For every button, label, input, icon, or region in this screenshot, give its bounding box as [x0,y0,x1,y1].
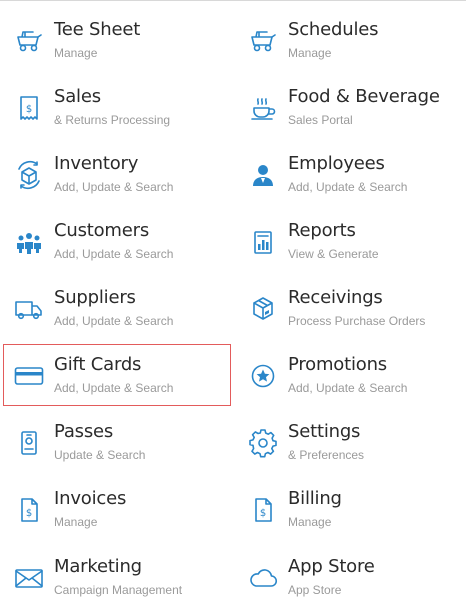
menu-item-subtitle: Add, Update & Search [288,381,408,395]
menu-item-title: Gift Cards [54,354,142,375]
menu-item-title: Inventory [54,153,139,174]
gift-card-icon [14,361,44,391]
envelope-icon [14,563,44,593]
menu-item-subtitle: Sales Portal [288,113,353,127]
menu-item-subtitle: App Store [288,583,342,597]
menu-item-schedules[interactable]: Schedules Manage [238,10,464,70]
menu-item-customers[interactable]: Customers Add, Update & Search [4,211,230,271]
menu-item-title: App Store [288,556,375,577]
menu-item-app-store[interactable]: App Store App Store [238,547,464,607]
menu-item-subtitle: Manage [288,515,332,529]
menu-item-reports[interactable]: Reports View & Generate [238,211,464,271]
svg-text:$: $ [26,508,32,519]
pass-badge-icon [14,428,44,458]
svg-text:$: $ [26,104,32,115]
module-menu-grid: Tee Sheet Manage Schedules Manage $ Sale… [0,0,466,614]
menu-item-title: Invoices [54,488,127,509]
menu-item-food-beverage[interactable]: Food & Beverage Sales Portal [238,77,464,137]
menu-item-subtitle: Manage [288,46,332,60]
menu-item-title: Employees [288,153,385,174]
svg-text:$: $ [260,508,266,519]
menu-item-title: Food & Beverage [288,86,440,107]
menu-item-title: Passes [54,421,114,442]
menu-item-subtitle: Campaign Management [54,583,183,597]
menu-item-subtitle: & Preferences [288,448,365,462]
menu-item-subtitle: Add, Update & Search [54,381,174,395]
menu-item-employees[interactable]: Employees Add, Update & Search [238,144,464,204]
menu-item-subtitle: Manage [54,46,98,60]
menu-item-title: Billing [288,488,342,509]
menu-item-title: Customers [54,220,150,241]
menu-item-billing[interactable]: $ Billing Manage [238,479,464,539]
menu-item-title: Schedules [288,19,379,40]
inventory-box-cycle-icon [14,160,44,190]
employee-person-icon [248,160,278,190]
golf-cart-icon [248,26,278,56]
menu-item-inventory[interactable]: Inventory Add, Update & Search [4,144,230,204]
menu-item-invoices[interactable]: $ Invoices Manage [4,479,230,539]
menu-item-settings[interactable]: Settings & Preferences [238,412,464,472]
menu-item-title: Settings [288,421,361,442]
menu-item-subtitle: Add, Update & Search [54,314,174,328]
billing-dollar-icon: $ [248,495,278,525]
menu-item-subtitle: Add, Update & Search [288,180,408,194]
menu-item-suppliers[interactable]: Suppliers Add, Update & Search [4,278,230,338]
menu-item-subtitle: Manage [54,515,98,529]
customers-group-icon [14,227,44,257]
receipt-dollar-icon: $ [14,93,44,123]
report-chart-icon [248,227,278,257]
menu-item-receivings[interactable]: Receivings Process Purchase Orders [238,278,464,338]
menu-item-subtitle: Add, Update & Search [54,247,174,261]
coffee-cup-icon [248,93,278,123]
menu-item-subtitle: Update & Search [54,448,146,462]
golf-cart-icon [14,26,44,56]
menu-item-title: Tee Sheet [54,19,141,40]
menu-item-title: Promotions [288,354,387,375]
menu-item-tee-sheet[interactable]: Tee Sheet Manage [4,10,230,70]
menu-item-subtitle: Add, Update & Search [54,180,174,194]
menu-item-title: Receivings [288,287,383,308]
invoice-dollar-icon: $ [14,495,44,525]
menu-item-title: Suppliers [54,287,136,308]
package-box-icon [248,294,278,324]
menu-item-marketing[interactable]: Marketing Campaign Management [4,547,230,607]
menu-item-title: Marketing [54,556,142,577]
menu-item-title: Sales [54,86,101,107]
menu-item-passes[interactable]: Passes Update & Search [4,412,230,472]
menu-item-title: Reports [288,220,356,241]
menu-item-subtitle: View & Generate [288,247,379,261]
menu-item-gift-cards[interactable]: Gift Cards Add, Update & Search [3,344,231,406]
menu-item-sales[interactable]: $ Sales & Returns Processing [4,77,230,137]
delivery-truck-icon [14,294,44,324]
gear-icon [248,428,278,458]
menu-item-subtitle: Process Purchase Orders [288,314,426,328]
menu-item-subtitle: & Returns Processing [54,113,171,127]
cloud-icon [248,563,278,593]
star-badge-icon [248,361,278,391]
menu-item-promotions[interactable]: Promotions Add, Update & Search [238,345,464,405]
